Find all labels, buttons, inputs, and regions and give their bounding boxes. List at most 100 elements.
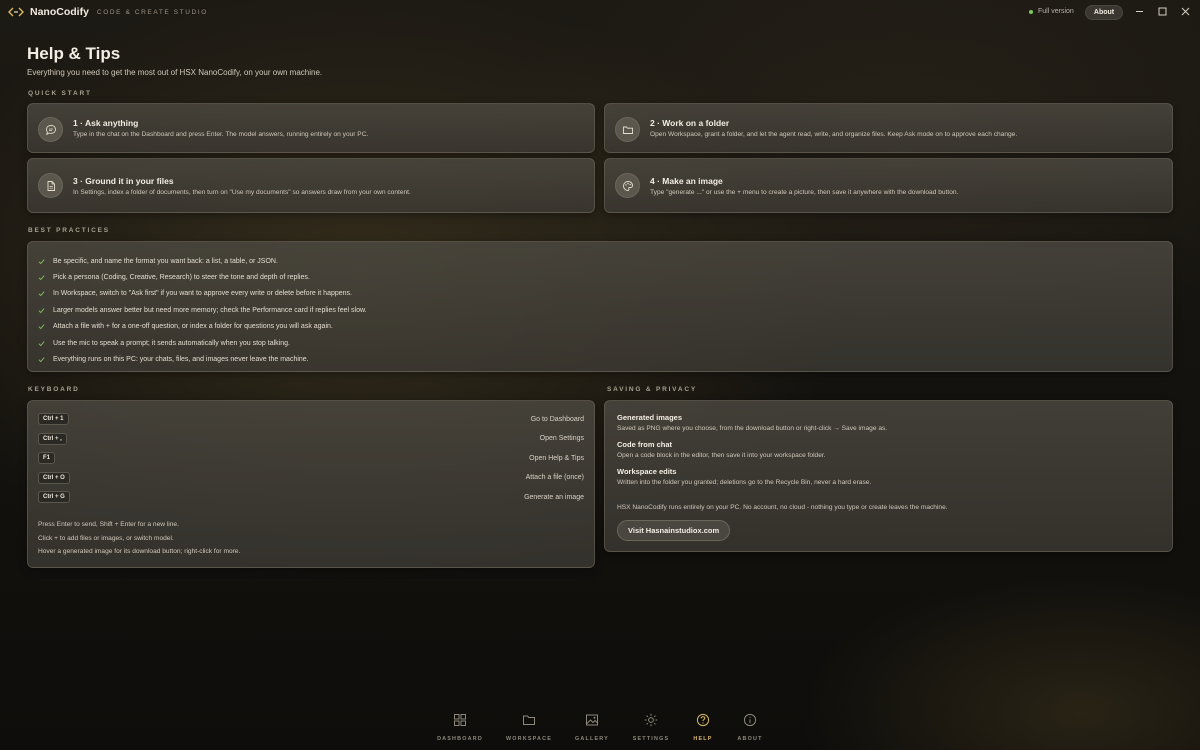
app-logo: NanoCodify CODE & CREATE STUDIO	[8, 6, 208, 18]
nav-item-settings[interactable]: SETTINGS	[621, 708, 681, 742]
check-icon	[38, 291, 45, 297]
visit-website-button[interactable]: Visit Hasnainstudiox.com	[617, 520, 731, 541]
shortcut-action: Open Settings	[539, 435, 584, 442]
privacy-section-title: Workspace edits	[617, 467, 677, 476]
image-icon	[586, 714, 598, 726]
folder-icon	[523, 715, 535, 725]
license-status-label: Full version	[1038, 8, 1074, 15]
keyboard-card: Ctrl + 1 Go to Dashboard Ctrl + , Open S…	[27, 400, 595, 568]
privacy-footer: HSX NanoCodify runs entirely on your PC.…	[617, 504, 948, 511]
list-item: Use the mic to speak a prompt; it sends …	[38, 335, 367, 351]
shortcut-row: Ctrl + G Generate an image	[38, 491, 584, 503]
best-practice-text: Be specific, and name the format you wan…	[53, 257, 278, 265]
best-practice-text: Attach a file with + for a one-off quest…	[53, 323, 333, 331]
nav-label: DASHBOARD	[437, 736, 483, 742]
shortcut-action: Attach a file (once)	[525, 474, 584, 481]
info-icon	[743, 713, 757, 727]
check-icon	[38, 340, 45, 346]
code-logo-icon	[8, 7, 24, 17]
quick-start-card: 1 · Ask anything Type in the chat on the…	[27, 103, 595, 153]
palette-icon	[615, 173, 640, 198]
quick-start-title: 2 · Work on a folder	[650, 118, 730, 128]
keyboard-note: Hover a generated image for its download…	[38, 548, 241, 555]
shortcut-row: Ctrl + , Open Settings	[38, 432, 584, 445]
quick-start-title: 1 · Ask anything	[73, 118, 139, 128]
privacy-section-title: Generated images	[617, 413, 683, 422]
privacy-card: Generated images Saved as PNG where you …	[604, 400, 1173, 552]
check-icon	[38, 324, 45, 330]
check-icon	[38, 275, 45, 281]
quick-start-title: 3 · Ground it in your files	[73, 176, 174, 186]
minimize-icon[interactable]	[1134, 6, 1144, 16]
list-item: Attach a file with + for a one-off quest…	[38, 319, 367, 335]
best-practices-label: BEST PRACTICES	[28, 227, 110, 234]
app-name: NanoCodify	[30, 6, 89, 18]
shortcut-key: Ctrl + O	[38, 471, 70, 484]
quick-start-card: 2 · Work on a folder Open Workspace, gra…	[604, 103, 1173, 153]
app-tagline: CODE & CREATE STUDIO	[96, 8, 208, 16]
list-item: Be specific, and name the format you wan…	[38, 253, 367, 269]
shortcut-action: Open Help & Tips	[529, 454, 584, 462]
privacy-section-text: Open a code block in the editor, then sa…	[617, 452, 826, 459]
shortcut-action: Generate an image	[524, 493, 584, 501]
nav-item-workspace[interactable]: WORKSPACE	[499, 708, 559, 742]
quick-start-desc: Type in the chat on the Dashboard and pr…	[73, 131, 369, 138]
quick-start-card: 4 · Make an image Type "generate ..." or…	[604, 158, 1173, 213]
shortcut-key: Ctrl + ,	[38, 432, 67, 445]
check-icon	[38, 258, 45, 264]
quick-start-label: QUICK START	[28, 90, 92, 97]
quick-start-desc: Type "generate ..." or use the + menu to…	[650, 189, 959, 196]
shortcut-key: F1	[38, 452, 56, 464]
grid-icon	[454, 714, 466, 726]
keyboard-note: Click + to add files or images, or switc…	[38, 535, 174, 542]
shortcut-key: Ctrl + G	[38, 491, 70, 503]
list-item: Pick a persona (Coding, Creative, Resear…	[38, 269, 367, 285]
nav-item-about[interactable]: ABOUT	[720, 708, 780, 742]
best-practices-card: Be specific, and name the format you wan…	[27, 241, 1173, 372]
nav-item-dashboard[interactable]: DASHBOARD	[430, 708, 490, 742]
nav-item-gallery[interactable]: GALLERY	[562, 708, 622, 742]
nav-label: WORKSPACE	[505, 736, 553, 742]
shortcut-row: Ctrl + O Attach a file (once)	[38, 471, 584, 484]
quick-start-desc: Open Workspace, grant a folder, and let …	[650, 131, 1018, 138]
shortcut-row: Ctrl + 1 Go to Dashboard	[38, 413, 584, 425]
close-icon[interactable]	[1180, 6, 1190, 16]
quick-start-card: 3 · Ground it in your files In Settings,…	[27, 158, 595, 213]
nav-label: HELP	[693, 736, 713, 742]
shortcut-row: F1 Open Help & Tips	[38, 452, 584, 464]
page-subtitle: Everything you need to get the most out …	[27, 68, 323, 77]
list-item: Larger models answer better but need mor…	[38, 302, 367, 318]
folder-icon	[615, 117, 640, 142]
nav-label: ABOUT	[737, 736, 763, 742]
chat-bubble-icon	[38, 117, 63, 142]
sun-gear-icon	[644, 713, 658, 727]
privacy-label: SAVING & PRIVACY	[607, 386, 697, 393]
keyboard-note: Press Enter to send, Shift + Enter for a…	[38, 521, 179, 528]
privacy-section-text: Written into the folder you granted; del…	[617, 479, 872, 486]
quick-start-desc: In Settings, index a folder of documents…	[73, 189, 411, 196]
bottom-nav: DASHBOARD WORKSPACE GALLERY SETTINGS HEL…	[0, 708, 1200, 750]
check-icon	[38, 308, 45, 314]
about-button[interactable]: About	[1085, 5, 1123, 20]
help-icon	[696, 713, 710, 727]
status-dot-icon	[1029, 9, 1033, 14]
best-practices-list: Be specific, and name the format you wan…	[38, 253, 367, 368]
nav-label: GALLERY	[575, 736, 609, 742]
list-item: Everything runs on this PC: your chats, …	[38, 351, 367, 367]
check-icon	[38, 357, 45, 363]
title-bar: NanoCodify CODE & CREATE STUDIO Full ver…	[0, 0, 1200, 26]
best-practice-text: Use the mic to speak a prompt; it sends …	[53, 339, 290, 347]
document-icon	[38, 173, 63, 198]
maximize-icon[interactable]	[1157, 6, 1167, 16]
keyboard-label: KEYBOARD	[28, 386, 80, 393]
best-practice-text: In Workspace, switch to "Ask first" if y…	[53, 290, 352, 298]
quick-start-title: 4 · Make an image	[650, 176, 723, 186]
best-practice-text: Pick a persona (Coding, Creative, Resear…	[53, 274, 310, 282]
privacy-section-text: Saved as PNG where you choose, from the …	[617, 425, 888, 432]
shortcut-action: Go to Dashboard	[530, 415, 584, 423]
nav-label: SETTINGS	[632, 736, 670, 742]
list-item: In Workspace, switch to "Ask first" if y…	[38, 286, 367, 302]
privacy-section-title: Code from chat	[617, 440, 673, 449]
best-practice-text: Larger models answer better but need mor…	[53, 306, 367, 314]
shortcut-key: Ctrl + 1	[38, 413, 69, 425]
